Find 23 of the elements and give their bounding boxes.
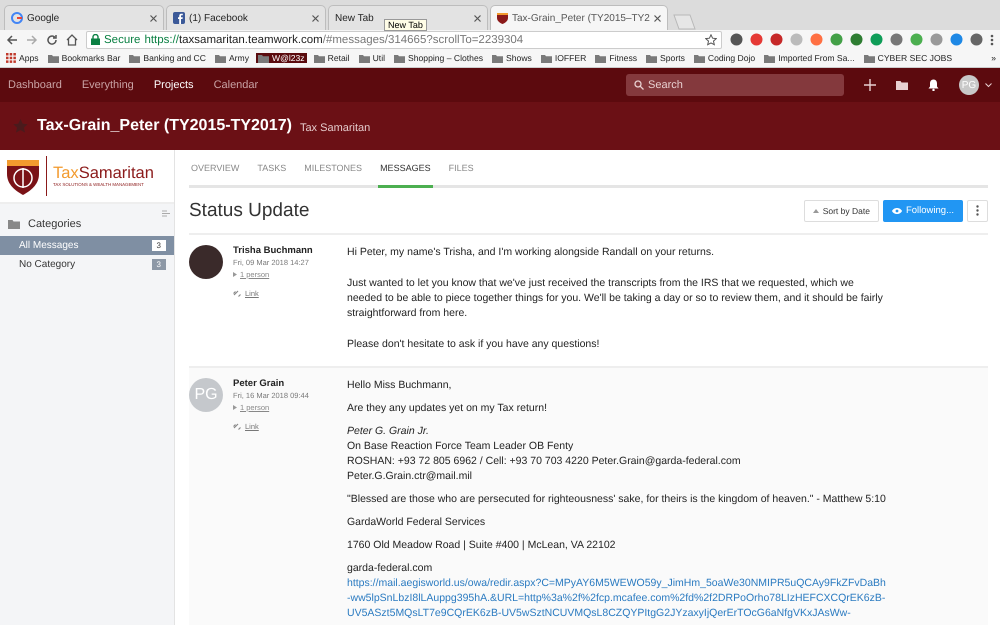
brand-name: TaxSamaritan	[53, 164, 154, 182]
message-paragraph: garda-federal.com https://mail.aegisworld.us/owa/redir.aspx?C=MPyAY6M5WEWO59y_JimHm_5oaWe30NMIPR5uQCAy9FkZFvDaBh-ww5lpSnLbzI8lLAuppg395hA.&URL=http%3a%2f%2fcp.mcafee.com%2fd%2f2DRPoOrho78LIzHEFCXCQrEK6zB-UV5ASzt5MQsLT7e9CQrEK6zB-UV5wSztNCUVMQsL8CZQYPItgG2JYzaxyIjQerErTOcG6aNfgVKxJAsWw-	[347, 561, 887, 621]
message-paragraph: Peter G. Grain Jr. On Base Reaction Force Team Leader OB Fenty ROSHAN: +93 72 805 6962 / Cell: +93 70 703 4220 Peter.Grain@garda-federal.com Peter.G.Grain.ctr@mail.mil	[347, 424, 742, 484]
count-badge: 3	[152, 259, 166, 270]
company-name: Tax Samaritan	[300, 122, 370, 134]
count-badge: 3	[152, 240, 166, 251]
message-paragraph: 1760 Old Meadow Road | Suite #400 | McLean, VA 22102	[347, 538, 617, 553]
author-name: Peter Grain	[233, 378, 286, 389]
categories-heading: Categories	[28, 218, 82, 230]
tooltip: New Tab	[384, 19, 427, 31]
project-title: Tax-Grain_Peter (TY2015-TY2017)	[37, 117, 292, 135]
message-paragraph: GardaWorld Federal Services	[347, 515, 486, 530]
user-avatar: PG	[189, 378, 223, 412]
message-paragraph: "Blessed are those who are persecuted for righteousness' sake, for theirs is the kingdom of heaven." - Matthew 5:10	[347, 492, 887, 507]
message-paragraph: Please don't hesitate to ask if you have any questions!	[347, 337, 600, 352]
message-paragraph: Hi Peter, my name's Trisha, and I'm working alongside Randall on your returns.	[347, 245, 716, 260]
message-paragraph: Just wanted to let you know that we've just received the transcripts from the IRS that we requested, which we needed to be able to piece together things for you. We'll be taking a day or so to review them, and it should be fairly straightforward from here.	[347, 276, 884, 321]
page-title: Status Update	[189, 200, 310, 222]
author-name: Trisha Buchmann	[233, 245, 313, 256]
message-paragraph: Are they any updates yet on my Tax return!	[347, 401, 548, 416]
secure-label: Secure	[104, 34, 140, 46]
url-text: https://taxsamaritan.teamwork.com/#messages/314665?scrollTo=2239304	[144, 34, 524, 46]
message-paragraph: Hello Miss Buchmann,	[347, 378, 452, 393]
